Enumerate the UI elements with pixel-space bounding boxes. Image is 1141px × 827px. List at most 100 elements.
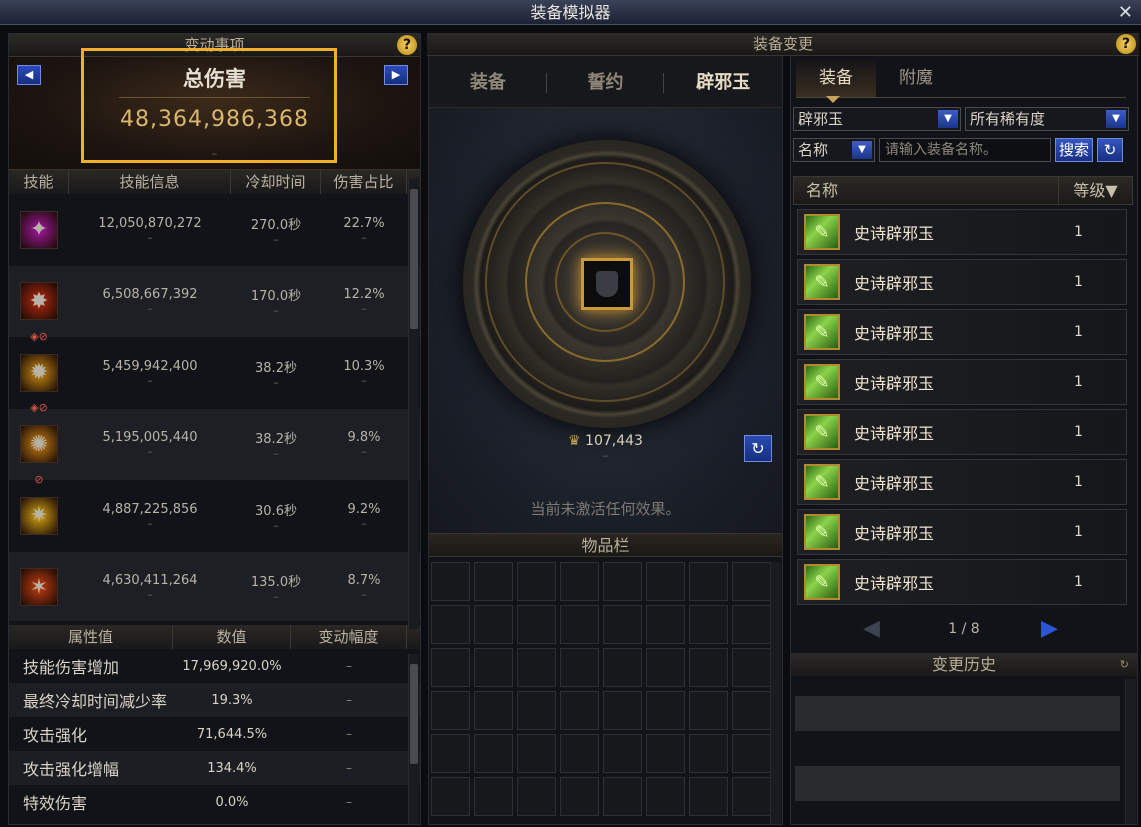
type-select[interactable]: 辟邪玉 ▼ [793, 107, 961, 131]
close-icon[interactable]: ✕ [1118, 0, 1133, 25]
inventory-slot[interactable] [646, 562, 685, 601]
inventory-slot[interactable] [732, 605, 771, 644]
inventory-slot[interactable] [517, 648, 556, 687]
inventory-slot[interactable] [603, 562, 642, 601]
inventory-slot[interactable] [517, 562, 556, 601]
inventory-slot[interactable] [603, 734, 642, 773]
inventory-slot[interactable] [603, 691, 642, 730]
inventory-slot[interactable] [474, 648, 513, 687]
col-name[interactable]: 名称 [794, 177, 1059, 204]
list-item[interactable]: ✎ 史诗辟邪玉 1 [797, 459, 1127, 505]
history-title: 变更历史 [931, 655, 996, 674]
attribute-change: – [346, 795, 352, 809]
field-select[interactable]: 名称 ▼ [793, 138, 875, 162]
inventory-slot[interactable] [603, 605, 642, 644]
chevron-down-icon: ▼ [852, 141, 872, 159]
inventory-slot[interactable] [560, 691, 599, 730]
inventory-slot[interactable] [689, 691, 728, 730]
inventory-slot[interactable] [431, 605, 470, 644]
search-input[interactable]: 请输入装备名称。 [879, 138, 1051, 162]
inventory-slot[interactable] [517, 605, 556, 644]
attr-scrollbar[interactable] [408, 654, 419, 824]
attribute-change: – [346, 761, 352, 775]
tab-enchant[interactable]: 附魔 [876, 58, 956, 97]
tab-equipment[interactable]: 装备 [429, 58, 547, 107]
inventory-slot[interactable] [431, 691, 470, 730]
inventory-slot[interactable] [689, 605, 728, 644]
shield-icon [596, 271, 618, 297]
inventory-slot[interactable] [646, 734, 685, 773]
inventory-slot[interactable] [560, 734, 599, 773]
skill-row[interactable]: ✺ ◈⊘ 5,195,005,440– 38.2秒 – 9.8% – [9, 401, 420, 480]
col-level[interactable]: 等级▼ [1059, 177, 1132, 204]
skills-list: ✦ 12,050,870,272– 270.0秒 – 22.7% – ✸ 6,508… [9, 194, 420, 621]
refresh-icon[interactable]: ↻ [744, 435, 772, 462]
talisman-slot[interactable] [581, 258, 633, 310]
inventory-slot[interactable] [646, 648, 685, 687]
list-item[interactable]: ✎ 史诗辟邪玉 1 [797, 559, 1127, 605]
help-icon[interactable]: ? [1116, 34, 1136, 54]
scroll-thumb[interactable] [410, 664, 418, 764]
inventory-slot[interactable] [560, 605, 599, 644]
highlight-box [81, 48, 337, 163]
inventory-slot[interactable] [474, 734, 513, 773]
item-level: 1 [1074, 324, 1083, 340]
skill-row[interactable]: ✷ ⊘ 4,887,225,856– 30.6秒 – 9.2% – [9, 473, 420, 552]
list-item[interactable]: ✎ 史诗辟邪玉 1 [797, 309, 1127, 355]
inventory-slot[interactable] [560, 562, 599, 601]
inventory-slot[interactable] [689, 734, 728, 773]
inventory-slot[interactable] [732, 562, 771, 601]
inventory-slot[interactable] [517, 691, 556, 730]
next-page-icon[interactable]: ▶ [1041, 617, 1058, 641]
inventory-slot[interactable] [732, 691, 771, 730]
talisman-item-icon: ✎ [804, 564, 840, 600]
skill-row[interactable]: ✹ ◈⊘ 5,459,942,400– 38.2秒 – 10.3% – [9, 330, 420, 409]
inventory-slot[interactable] [646, 691, 685, 730]
skill-row[interactable]: ✸ 6,508,667,392– 170.0秒 – 12.2% – [9, 265, 420, 337]
tab-talisman[interactable]: 辟邪玉 [664, 58, 782, 107]
inventory-slot[interactable] [646, 605, 685, 644]
prev-page-icon[interactable]: ◀ [863, 617, 880, 641]
tab-equip[interactable]: 装备 [796, 58, 876, 103]
item-level: 1 [1074, 574, 1083, 590]
list-item[interactable]: ✎ 史诗辟邪玉 1 [797, 509, 1127, 555]
rarity-select[interactable]: 所有稀有度 ▼ [965, 107, 1129, 131]
inventory-slot[interactable] [689, 648, 728, 687]
inventory-scrollbar[interactable] [770, 562, 781, 824]
list-item[interactable]: ✎ 史诗辟邪玉 1 [797, 209, 1127, 255]
scroll-thumb[interactable] [410, 189, 418, 329]
inventory-slot[interactable] [560, 777, 599, 816]
list-item[interactable]: ✎ 史诗辟邪玉 1 [797, 359, 1127, 405]
inventory-slot[interactable] [603, 648, 642, 687]
skills-scrollbar[interactable] [408, 179, 419, 629]
item-name: 史诗辟邪玉 [854, 424, 935, 443]
search-button[interactable]: 搜索 [1055, 138, 1093, 162]
skill-row[interactable]: ✶ 4,630,411,264– 135.0秒 – 8.7% – [9, 551, 420, 621]
list-item[interactable]: ✎ 史诗辟邪玉 1 [797, 409, 1127, 455]
skill-row[interactable]: ✦ 12,050,870,272– 270.0秒 – 22.7% – [9, 194, 420, 266]
inventory-slot[interactable] [603, 777, 642, 816]
list-item[interactable]: ✎ 史诗辟邪玉 1 [797, 259, 1127, 305]
refresh-small-icon[interactable]: ↻ [1120, 653, 1129, 676]
inventory-slot[interactable] [517, 777, 556, 816]
help-icon[interactable]: ? [397, 35, 417, 55]
inventory-slot[interactable] [474, 605, 513, 644]
inventory-slot[interactable] [431, 648, 470, 687]
inventory-slot[interactable] [474, 691, 513, 730]
inventory-slot[interactable] [431, 562, 470, 601]
inventory-slot[interactable] [431, 734, 470, 773]
inventory-slot[interactable] [689, 777, 728, 816]
inventory-slot[interactable] [646, 777, 685, 816]
inventory-slot[interactable] [474, 562, 513, 601]
inventory-slot[interactable] [431, 777, 470, 816]
inventory-slot[interactable] [474, 777, 513, 816]
inventory-slot[interactable] [689, 562, 728, 601]
inventory-slot[interactable] [732, 648, 771, 687]
inventory-slot[interactable] [732, 734, 771, 773]
history-scrollbar[interactable] [1125, 679, 1136, 824]
inventory-slot[interactable] [517, 734, 556, 773]
inventory-slot[interactable] [560, 648, 599, 687]
inventory-slot[interactable] [732, 777, 771, 816]
refresh-icon[interactable]: ↻ [1097, 138, 1123, 162]
tab-oath[interactable]: 誓约 [547, 58, 665, 107]
